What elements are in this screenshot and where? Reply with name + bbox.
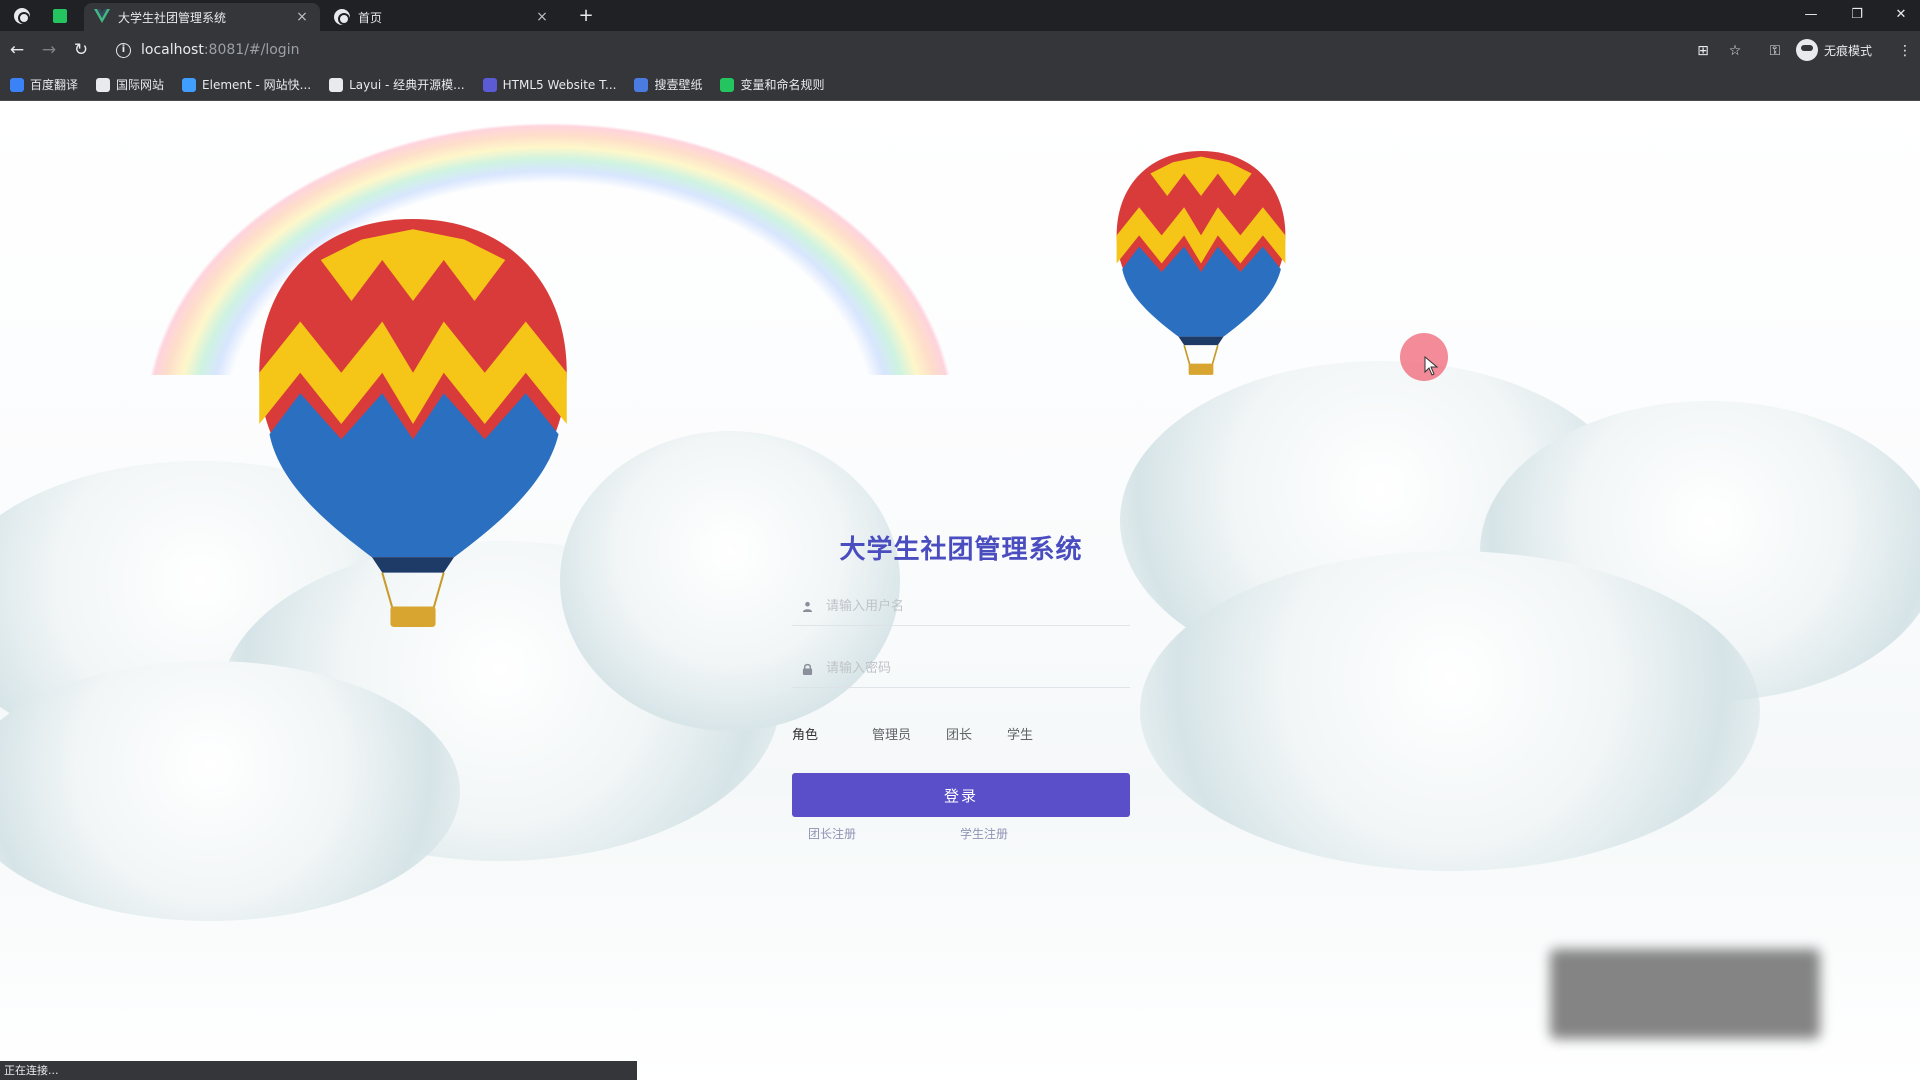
role-selector: 角色 管理员 团长 学生 [792,723,1130,743]
bookmark-item[interactable]: Layui - 经典开源模... [329,76,465,93]
password-input[interactable] [826,661,1116,676]
new-tab-button[interactable]: + [575,5,597,27]
bookmark-star-icon[interactable]: ☆ [1726,42,1744,60]
tab-club-system[interactable]: 大学生社团管理系统 × [84,3,320,31]
bookmark-label: 变量和命名规则 [740,78,825,92]
bookmark-item[interactable]: HTML5 Website T... [482,77,617,92]
tab-title: 首页 [358,10,383,25]
browser-menu-icon[interactable] [12,6,32,26]
translate-icon[interactable]: ⊞ [1694,42,1712,60]
username-input[interactable] [826,599,1116,614]
status-bar: 正在连接... [0,1061,637,1080]
vue-icon [94,8,110,26]
bookmark-label: Element - 网站快... [202,78,312,92]
back-arrow-icon[interactable]: ← [6,39,28,61]
reload-icon[interactable]: ↻ [70,39,92,61]
url-host: localhost [141,42,204,58]
cloud-decoration [1140,551,1760,871]
incognito-icon [1796,39,1818,61]
bookmark-icon [720,77,735,92]
bookmark-icon [329,77,344,92]
more-menu-icon[interactable]: ⋮ [1896,42,1914,60]
page-viewport: 大学生社团管理系统 角色 管理员 团长 学生 登录 团长注册 学生注册 [0,101,1920,1080]
bookmark-item[interactable]: Element - 网站快... [182,76,311,93]
key-icon[interactable]: ⚿ [1766,42,1784,60]
bookmark-item[interactable]: 国际网站 [96,76,164,93]
bookmark-item[interactable]: 搜壹壁纸 [634,76,702,93]
role-label: 角色 [792,727,819,743]
bookmark-icon [482,77,497,92]
student-register-link[interactable]: 学生注册 [960,825,1008,842]
tab-close-icon[interactable]: × [534,9,550,25]
hot-air-balloon-small [1116,151,1286,375]
tab-strip: 大学生社团管理系统 × 首页 × + — ❐ ✕ [0,0,1920,31]
browser-toolbar: ← → ↻ i localhost :8081/#/login ⊞ ☆ ⚿ 无痕… [0,31,1920,69]
watermark [1550,949,1820,1039]
bookmark-label: 搜壹壁纸 [654,78,703,92]
bookmark-item[interactable]: 百度翻译 [10,76,78,93]
minimize-button[interactable]: — [1796,4,1826,26]
bookmark-label: 百度翻译 [30,78,79,92]
bookmark-icon [10,77,24,92]
tab-title: 大学生社团管理系统 [118,10,227,25]
username-field [792,588,1130,626]
hot-air-balloon-large [259,219,567,627]
tab-close-icon[interactable]: × [294,9,310,25]
bookmark-icon [182,77,197,92]
bookmark-icon [96,77,111,92]
bookmarks-bar: 百度翻译 国际网站 Element - 网站快... Layui - 经典开源模...… [0,69,1920,101]
mouse-cursor-icon [1424,356,1438,376]
login-form: 大学生社团管理系统 角色 管理员 团长 学生 登录 团长注册 学生注册 [792,431,1130,851]
bookmark-label: HTML5 Website T... [502,77,617,92]
role-option-leader[interactable]: 团长 [946,724,972,743]
bookmark-label: 国际网站 [116,78,165,92]
tab-home[interactable]: 首页 × [324,3,560,31]
info-icon[interactable]: i [116,42,131,58]
role-option-student[interactable]: 学生 [1007,724,1033,743]
role-option-admin[interactable]: 管理员 [872,724,911,743]
register-links: 团长注册 学生注册 [792,825,1130,845]
user-icon [800,600,814,614]
globe-icon [334,9,350,25]
page-title: 大学生社团管理系统 [839,535,1083,565]
tab-search-icon[interactable] [50,6,70,26]
address-bar[interactable]: i localhost :8081/#/login [106,35,1666,65]
incognito-profile[interactable]: 无痕模式 [1796,39,1872,61]
bookmark-item[interactable]: 变量和命名规则 [720,76,824,93]
url-path: :8081/#/login [203,42,300,58]
lock-icon [800,662,814,676]
close-window-button[interactable]: ✕ [1886,4,1916,26]
restore-button[interactable]: ❐ [1842,4,1872,26]
forward-arrow-icon[interactable]: → [38,39,60,61]
password-field [792,650,1130,688]
bookmark-icon [634,77,649,92]
login-button[interactable]: 登录 [792,773,1130,817]
bookmark-label: Layui - 经典开源模... [349,78,465,92]
leader-register-link[interactable]: 团长注册 [808,825,856,842]
profile-label: 无痕模式 [1824,43,1873,58]
